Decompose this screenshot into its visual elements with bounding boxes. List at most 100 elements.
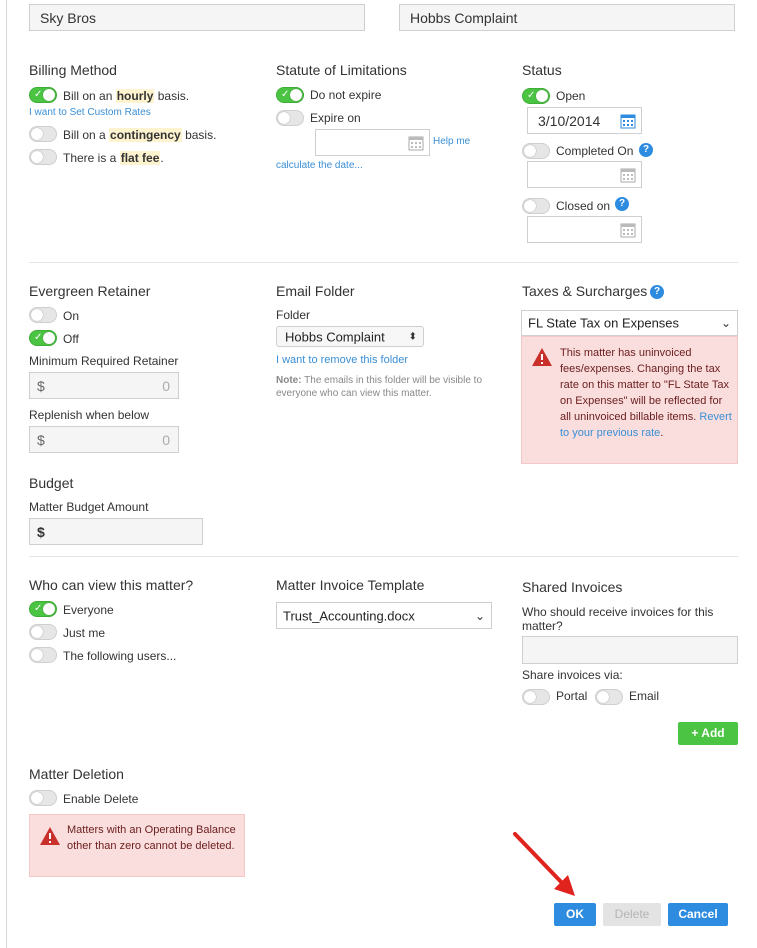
everyone-label: Everyone <box>63 603 114 617</box>
currency-symbol: $ <box>37 523 45 540</box>
email-toggle[interactable] <box>595 689 623 705</box>
do-not-expire-toggle[interactable]: ✓ <box>276 87 304 103</box>
section-divider <box>29 262 738 263</box>
statute-title: Statute of Limitations <box>276 62 407 78</box>
client-value: Sky Bros <box>40 9 97 26</box>
completed-date-field[interactable] <box>527 161 642 188</box>
matter-name-field[interactable]: Hobbs Complaint <box>399 4 735 31</box>
flat-fee-label: There is a flat fee. <box>63 151 164 165</box>
calendar-icon[interactable] <box>620 167 636 183</box>
invoice-template-select[interactable]: Trust_Accounting.docx ⌄ <box>276 602 492 629</box>
warning-icon <box>532 348 552 366</box>
everyone-toggle[interactable]: ✓ <box>29 601 57 617</box>
delete-button[interactable]: Delete <box>603 903 661 926</box>
check-icon: ✓ <box>34 89 43 100</box>
help-calc-link-2[interactable]: calculate the date... <box>276 160 363 171</box>
calendar-icon[interactable] <box>620 113 636 129</box>
budget-amount-field[interactable]: $ <box>29 518 203 545</box>
billing-method-title: Billing Method <box>29 62 117 78</box>
folder-label: Folder <box>276 308 311 322</box>
portal-toggle[interactable] <box>522 689 550 705</box>
currency-symbol: $ <box>37 377 45 394</box>
add-button[interactable]: + Add <box>678 722 738 745</box>
shared-invoices-title: Shared Invoices <box>522 579 623 595</box>
min-retainer-field[interactable]: $ 0 <box>29 372 179 399</box>
section-divider <box>29 556 738 557</box>
following-users-label: The following users... <box>63 649 177 663</box>
warning-icon <box>40 827 60 845</box>
following-users-toggle[interactable] <box>29 647 57 663</box>
evergreen-title: Evergreen Retainer <box>29 283 151 299</box>
help-icon[interactable]: ? <box>650 285 664 299</box>
open-date-value: 3/10/2014 <box>538 112 601 129</box>
tax-select-value: FL State Tax on Expenses <box>528 315 680 331</box>
left-border <box>6 0 7 948</box>
enable-delete-toggle[interactable] <box>29 790 57 806</box>
expire-date-field[interactable] <box>315 129 430 156</box>
open-toggle[interactable]: ✓ <box>522 88 550 104</box>
evergreen-off-toggle[interactable]: ✓ <box>29 330 57 346</box>
evergreen-off-label: Off <box>63 332 79 346</box>
invoice-template-value: Trust_Accounting.docx <box>283 608 415 623</box>
ok-button[interactable]: OK <box>554 903 596 926</box>
custom-rates-link[interactable]: I want to Set Custom Rates <box>29 107 151 118</box>
folder-select[interactable]: Hobbs Complaint ⬍ <box>276 326 424 347</box>
evergreen-on-toggle[interactable] <box>29 307 57 323</box>
help-icon[interactable]: ? <box>639 143 653 157</box>
client-field[interactable]: Sky Bros <box>29 4 365 31</box>
portal-label: Portal <box>556 689 588 703</box>
deletion-warning-text: Matters with an Operating Balance other … <box>67 824 236 852</box>
do-not-expire-label: Do not expire <box>310 88 382 102</box>
closed-date-field[interactable] <box>527 216 642 243</box>
min-retainer-label: Minimum Required Retainer <box>29 354 179 368</box>
invoice-template-title: Matter Invoice Template <box>276 577 425 593</box>
tax-warning: This matter has uninvoiced fees/expenses… <box>521 336 738 464</box>
folder-select-value: Hobbs Complaint <box>285 329 385 344</box>
expire-on-toggle[interactable] <box>276 110 304 126</box>
contingency-toggle[interactable] <box>29 126 57 142</box>
chevron-down-icon: ⌄ <box>720 316 731 330</box>
just-me-toggle[interactable] <box>29 624 57 640</box>
matter-name-value: Hobbs Complaint <box>410 9 518 26</box>
evergreen-on-label: On <box>63 309 80 323</box>
visibility-title: Who can view this matter? <box>29 577 194 593</box>
completed-toggle[interactable] <box>522 143 550 159</box>
replenish-value: 0 <box>162 431 170 448</box>
open-label: Open <box>556 89 586 103</box>
cancel-button[interactable]: Cancel <box>668 903 728 926</box>
check-icon: ✓ <box>34 603 43 614</box>
deletion-title: Matter Deletion <box>29 766 124 782</box>
just-me-label: Just me <box>63 626 106 640</box>
closed-label: Closed on <box>556 199 611 213</box>
budget-amount-label: Matter Budget Amount <box>29 500 149 514</box>
budget-title: Budget <box>29 475 74 491</box>
currency-symbol: $ <box>37 431 45 448</box>
deletion-warning: Matters with an Operating Balance other … <box>29 814 245 877</box>
share-via-label: Share invoices via: <box>522 668 623 682</box>
help-calc-link-1[interactable]: Help me <box>433 136 470 147</box>
chevron-down-icon: ⌄ <box>474 608 485 623</box>
help-icon[interactable]: ? <box>615 197 629 211</box>
check-icon: ✓ <box>281 89 290 100</box>
email-label: Email <box>629 689 660 703</box>
replenish-field[interactable]: $ 0 <box>29 426 179 453</box>
flat-fee-toggle[interactable] <box>29 149 57 165</box>
tax-select[interactable]: FL State Tax on Expenses ⌄ <box>521 310 738 336</box>
tax-warning-text: This matter has uninvoiced fees/expenses… <box>560 347 732 439</box>
contingency-label: Bill on a contingency basis. <box>63 128 217 142</box>
enable-delete-label: Enable Delete <box>63 792 139 806</box>
completed-label: Completed On <box>556 144 634 158</box>
hourly-toggle[interactable]: ✓ <box>29 87 57 103</box>
calendar-icon[interactable] <box>620 222 636 238</box>
open-date-field[interactable]: 3/10/2014 <box>527 107 642 134</box>
closed-toggle[interactable] <box>522 198 550 214</box>
min-retainer-value: 0 <box>162 377 170 394</box>
taxes-title: Taxes & Surcharges <box>522 283 648 299</box>
calendar-icon[interactable] <box>408 135 424 151</box>
replenish-label: Replenish when below <box>29 408 150 422</box>
check-icon: ✓ <box>527 90 536 101</box>
shared-recipients-field[interactable] <box>522 636 738 664</box>
annotation-arrow-icon <box>513 832 575 896</box>
remove-folder-link[interactable]: I want to remove this folder <box>276 354 408 366</box>
updown-icon: ⬍ <box>408 331 417 342</box>
